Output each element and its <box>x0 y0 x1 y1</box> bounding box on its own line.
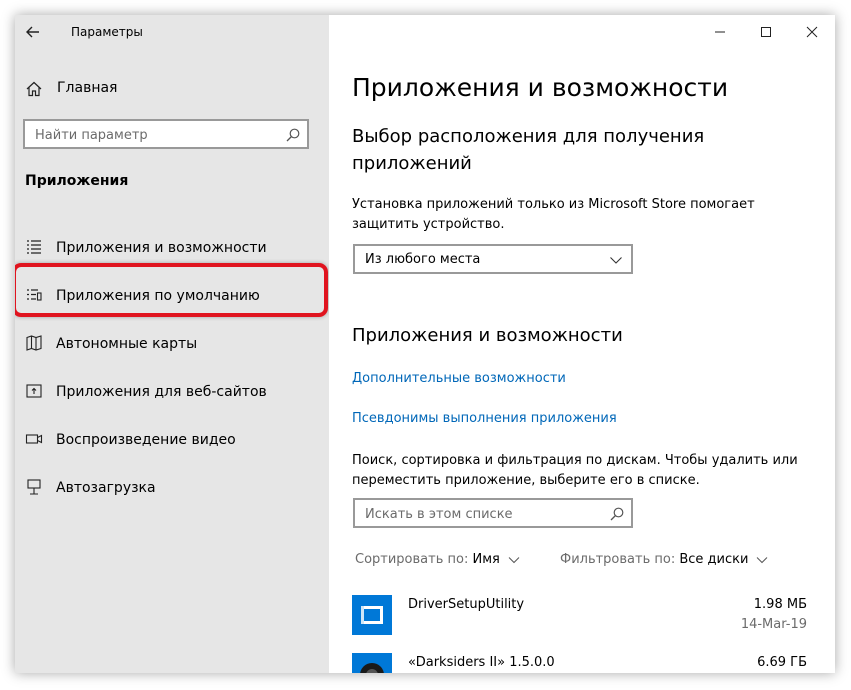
default-apps-icon <box>25 286 43 308</box>
optional-features-link[interactable]: Дополнительные возможности <box>352 371 566 386</box>
app-size: 1.98 МБ <box>753 597 807 612</box>
apps-heading: Приложения и возможности <box>352 325 623 346</box>
sidebar-nav: Приложения и возможности Приложения по у… <box>15 225 329 513</box>
sidebar-item-offline-maps[interactable]: Автономные карты <box>15 321 329 369</box>
section-title: Приложения <box>25 173 129 189</box>
sidebar-item-label: Автозагрузка <box>56 480 156 496</box>
sidebar-item-default-apps[interactable]: Приложения по умолчанию <box>15 273 329 321</box>
settings-window: Параметры Главная Приложения <box>15 15 835 673</box>
minimize-icon <box>715 31 725 33</box>
search-icon[interactable] <box>285 127 301 147</box>
app-list-item[interactable]: DriverSetupUtility 1.98 МБ 14-Mar-19 <box>352 595 812 645</box>
app-execution-aliases-link[interactable]: Псевдонимы выполнения приложения <box>352 411 617 426</box>
darksiders-app-icon <box>352 653 392 673</box>
chevron-down-icon <box>508 554 520 566</box>
chevron-down-icon <box>756 554 768 566</box>
sidebar-item-label: Воспроизведение видео <box>56 432 236 448</box>
settings-search-input[interactable] <box>25 121 287 149</box>
sidebar-item-label: Автономные карты <box>56 336 198 352</box>
sidebar-item-apps-for-websites[interactable]: Приложения для веб-сайтов <box>15 369 329 417</box>
titlebar: Параметры <box>15 15 329 49</box>
sidebar-item-label: Приложения по умолчанию <box>56 288 260 304</box>
main-content: Приложения и возможности Выбор расположе… <box>329 15 835 673</box>
sidebar-item-video-playback[interactable]: Воспроизведение видео <box>15 417 329 465</box>
window-controls <box>697 15 835 49</box>
sidebar-item-label: Приложения и возможности <box>56 240 267 256</box>
close-icon <box>806 26 818 38</box>
back-arrow-icon <box>26 26 39 38</box>
app-date: 14-Mar-19 <box>740 617 807 632</box>
minimize-button[interactable] <box>697 15 743 49</box>
startup-icon <box>25 478 43 500</box>
app-title: Параметры <box>71 25 143 39</box>
install-location-select[interactable]: Из любого места <box>353 244 633 274</box>
search-description: Поиск, сортировка и фильтрация по дискам… <box>352 453 798 488</box>
chevron-down-icon <box>609 252 623 271</box>
home-icon <box>25 80 43 102</box>
sidebar-item-label: Главная <box>57 80 118 96</box>
location-description: Установка приложений только из Microsoft… <box>352 197 755 232</box>
maximize-button[interactable] <box>743 15 789 49</box>
app-name: «Darksiders II» 1.5.0.0 <box>408 655 555 670</box>
sidebar-item-apps-features[interactable]: Приложения и возможности <box>15 225 329 273</box>
back-button[interactable] <box>21 19 47 45</box>
location-heading: Выбор расположения для получения приложе… <box>352 126 705 174</box>
sidebar-item-home[interactable]: Главная <box>15 75 329 103</box>
filter-label: Фильтровать по: <box>560 552 676 567</box>
web-app-icon <box>25 382 43 404</box>
sort-value: Имя <box>472 552 500 567</box>
map-icon <box>25 334 43 356</box>
filter-value: Все диски <box>679 552 749 567</box>
driversetup-app-icon <box>352 595 392 635</box>
apps-list-icon <box>25 238 43 260</box>
close-button[interactable] <box>789 15 835 49</box>
app-list-search-box[interactable] <box>353 498 633 528</box>
search-icon[interactable] <box>609 506 625 526</box>
sort-label: Сортировать по: <box>355 552 469 567</box>
filter-dropdown[interactable]: Фильтровать по: Все диски <box>560 552 768 567</box>
sort-dropdown[interactable]: Сортировать по: Имя <box>355 552 520 567</box>
sidebar-item-label: Приложения для веб-сайтов <box>56 384 267 400</box>
app-name: DriverSetupUtility <box>408 597 525 612</box>
sidebar: Параметры Главная Приложения <box>15 15 329 673</box>
app-size: 6.69 ГБ <box>757 655 807 670</box>
video-icon <box>25 430 43 452</box>
app-list-search-input[interactable] <box>355 500 612 528</box>
sidebar-item-startup[interactable]: Автозагрузка <box>15 465 329 513</box>
settings-search-box[interactable] <box>23 119 309 149</box>
select-value: Из любого места <box>365 252 481 267</box>
page-title: Приложения и возможности <box>352 73 729 102</box>
app-list-item[interactable]: «Darksiders II» 1.5.0.0 6.69 ГБ <box>352 653 812 673</box>
maximize-icon <box>761 27 771 37</box>
